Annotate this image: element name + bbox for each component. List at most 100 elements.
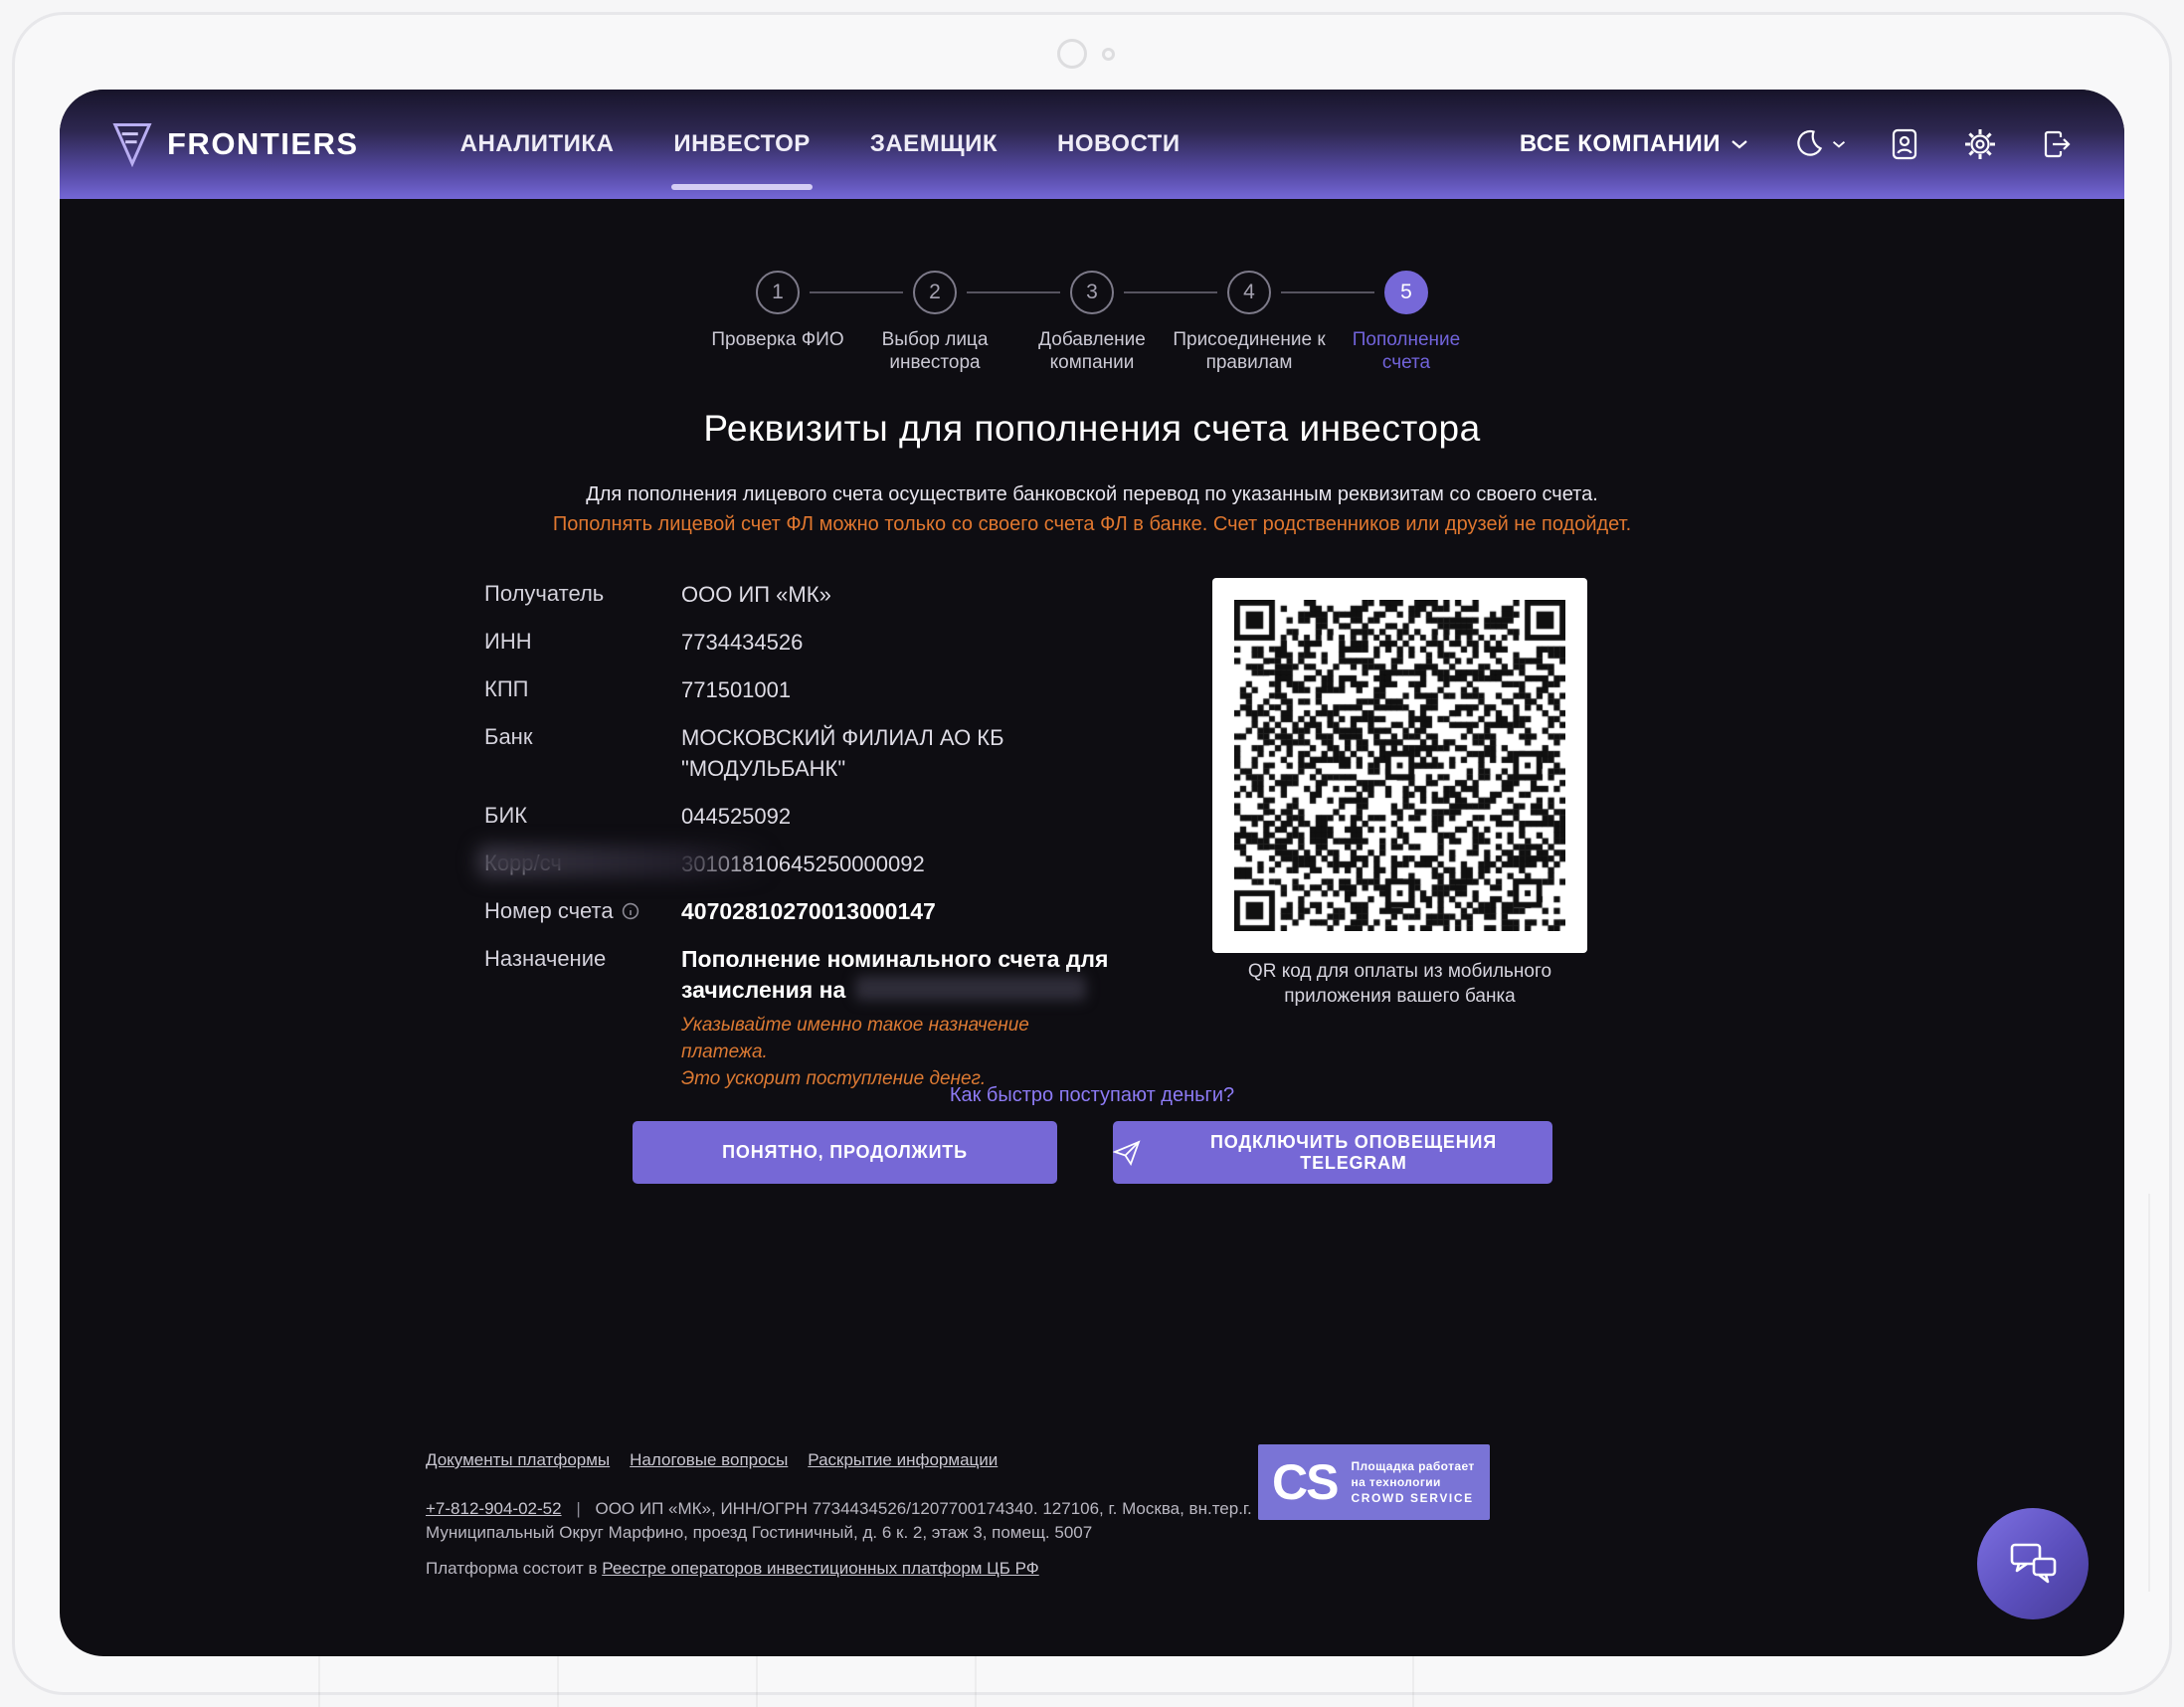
req-label: КПП [484,674,681,705]
info-icon[interactable] [622,902,639,920]
footer-separator: | [576,1499,580,1518]
purpose-note: Указывайте именно такое назначение плате… [681,1012,1109,1092]
crowd-service-text: Площадка работает на технологии CROWD SE… [1351,1458,1474,1506]
cs-text-line3: CROWD SERVICE [1351,1490,1474,1506]
step-4: 4 Присоединение к правилам [1171,271,1328,374]
footer-links: Документы платформы Налоговые вопросы Ра… [426,1450,1321,1470]
req-value: 30101810645250000092 [681,849,1109,879]
step-2-circle: 2 [913,271,957,314]
req-row-corr: Корр/сч 30101810645250000092 [484,849,1121,879]
footer-link-disclosure[interactable]: Раскрытие информации [808,1450,998,1470]
req-row-kpp: КПП 771501001 [484,674,1121,705]
req-label: Получатель [484,579,681,610]
brand-logo[interactable]: FRONTIERS [111,121,359,167]
gear-icon [1963,127,1997,161]
camera-dot-small [1102,48,1115,61]
logout-button[interactable] [2041,128,2073,160]
step-5-active: 5 Пополнение счета [1328,271,1485,374]
how-fast-link[interactable]: Как быстро поступают деньги? [60,1084,2124,1107]
logout-icon [2041,128,2073,160]
telegram-button[interactable]: ПОДКЛЮЧИТЬ ОПОВЕЩЕНИЯ TELEGRAM [1113,1121,1552,1184]
footer-company-info: +7-812-904-02-52 | ООО ИП «МК», ИНН/ОГРН… [426,1497,1321,1545]
registry-link[interactable]: Реестре операторов инвестиционных платфо… [602,1559,1038,1578]
req-row-bik: БИК 044525092 [484,801,1121,832]
step-4-circle: 4 [1227,271,1271,314]
req-label: БИК [484,801,681,832]
qr-caption-line2: приложения вашего банка [1183,984,1617,1009]
companies-dropdown-label: ВСЕ КОМПАНИИ [1520,130,1721,158]
step-5-circle: 5 [1384,271,1428,314]
qr-caption: QR код для оплаты из мобильного приложен… [1183,959,1617,1009]
nav-item-investor[interactable]: ИНВЕСТОР [671,120,812,168]
req-row-purpose: Назначение Пополнение номинального счета… [484,944,1121,1092]
account-label: Номер счета [484,898,614,924]
footer-link-tax[interactable]: Налоговые вопросы [630,1450,788,1470]
step-4-label: Присоединение к правилам [1171,328,1328,374]
qr-caption-line1: QR код для оплаты из мобильного [1183,959,1617,984]
step-3: 3 Добавление компании [1013,271,1171,374]
top-navbar: FRONTIERS АНАЛИТИКА ИНВЕСТОР ЗАЕМЩИК НОВ… [60,90,2124,199]
req-row-account: Номер счета 40702810270013000147 [484,896,1121,927]
support-chat-button[interactable] [1977,1508,2089,1619]
req-label: Банк [484,722,681,784]
theme-toggle[interactable] [1792,128,1846,160]
onboarding-stepper: 1 Проверка ФИО 2 Выбор лица инвестора 3 … [60,271,2124,374]
qr-code-canvas [1234,600,1565,931]
footer: Документы платформы Налоговые вопросы Ра… [426,1450,1321,1579]
req-label: Корр/сч [484,849,681,879]
req-value: 771501001 [681,674,1109,705]
settings-button[interactable] [1963,127,1997,161]
page-title: Реквизиты для пополнения счета инвестора [60,408,2124,450]
cs-text-line2: на технологии [1351,1474,1474,1490]
step-1-circle: 1 [756,271,800,314]
qr-code [1212,578,1587,953]
crowd-service-logo: CS [1272,1457,1337,1507]
nav-item-borrower[interactable]: ЗАЕМЩИК [868,120,1000,168]
step-2-label: Выбор лица инвестора [856,328,1013,374]
footer-link-documents[interactable]: Документы платформы [426,1450,610,1470]
telegram-button-label: ПОДКЛЮЧИТЬ ОПОВЕЩЕНИЯ TELEGRAM [1155,1132,1552,1174]
brand-name: FRONTIERS [167,126,359,162]
req-label: Назначение [484,944,681,1092]
chevron-down-icon [1832,139,1846,149]
step-1: 1 Проверка ФИО [699,271,856,374]
app-window: FRONTIERS АНАЛИТИКА ИНВЕСТОР ЗАЕМЩИК НОВ… [60,90,2124,1656]
redacted-blur [855,976,1086,1001]
payment-requisites: Получатель ООО ИП «МК» ИНН 7734434526 КП… [484,579,1121,1109]
paper-plane-icon [1113,1140,1141,1166]
moon-icon [1792,128,1824,160]
chat-bubbles-icon [2004,1539,2062,1589]
subtitle-line: Для пополнения лицевого счета осуществит… [60,479,2124,509]
req-value: 7734434526 [681,627,1109,658]
footer-registry: Платформа состоит в Реестре операторов и… [426,1559,1321,1579]
purpose-note-line1: Указывайте именно такое назначение плате… [681,1012,1109,1065]
footer-phone[interactable]: +7-812-904-02-52 [426,1499,562,1518]
camera-dot-large [1057,39,1087,69]
req-row-recipient: Получатель ООО ИП «МК» [484,579,1121,610]
profile-button[interactable] [1890,127,1919,161]
id-card-icon [1890,127,1919,161]
step-5-label: Пополнение счета [1328,328,1485,374]
crowd-service-badge[interactable]: CS Площадка работает на технологии CROWD… [1258,1444,1490,1520]
step-3-circle: 3 [1070,271,1114,314]
registry-prefix: Платформа состоит в [426,1559,602,1578]
nav-item-news[interactable]: НОВОСТИ [1055,120,1183,168]
req-row-bank: Банк МОСКОВСКИЙ ФИЛИАЛ АО КБ "МОДУЛЬБАНК… [484,722,1121,784]
nav-item-analytics[interactable]: АНАЛИТИКА [458,120,617,168]
account-number: 40702810270013000147 [681,896,1109,927]
req-value: ООО ИП «МК» [681,579,1109,610]
main-nav: АНАЛИТИКА ИНВЕСТОР ЗАЕМЩИК НОВОСТИ [458,120,1183,168]
step-2: 2 Выбор лица инвестора [856,271,1013,374]
continue-button[interactable]: ПОНЯТНО, ПРОДОЛЖИТЬ [633,1121,1057,1184]
req-label: ИНН [484,627,681,658]
page-subtitle: Для пополнения лицевого счета осуществит… [60,479,2124,539]
req-row-inn: ИНН 7734434526 [484,627,1121,658]
header-actions: ВСЕ КОМПАНИИ [1520,127,2073,161]
chevron-down-icon [1730,138,1748,150]
req-value: МОСКОВСКИЙ ФИЛИАЛ АО КБ "МОДУЛЬБАНК" [681,722,1109,784]
companies-dropdown[interactable]: ВСЕ КОМПАНИИ [1520,130,1748,158]
frontiers-triangle-icon [111,121,153,167]
req-label: Номер счета [484,896,681,927]
warning-line: Пополнять лицевой счет ФЛ можно только с… [60,509,2124,539]
cs-text-line1: Площадка работает [1351,1458,1474,1474]
